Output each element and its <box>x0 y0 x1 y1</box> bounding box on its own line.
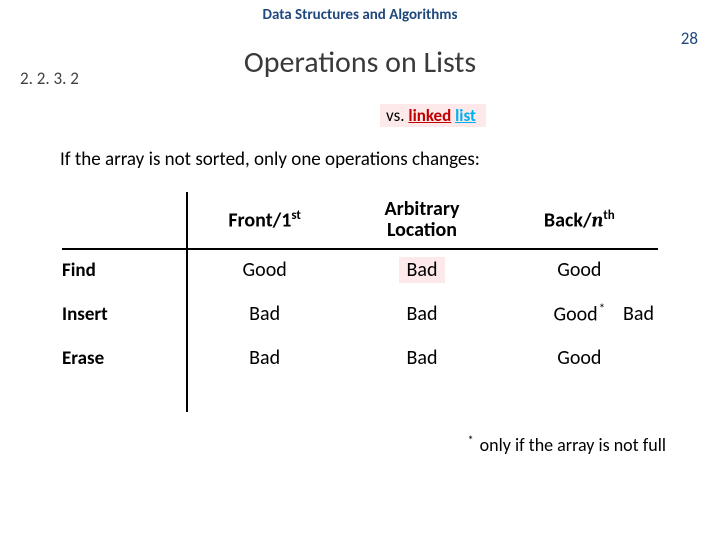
row-find-label: Find <box>62 259 186 282</box>
table-vertical-rule <box>186 192 188 412</box>
footnote: * only if the array is not full <box>467 434 666 456</box>
header-front-text: Front/1 <box>228 208 291 232</box>
footnote-star: * <box>468 434 474 448</box>
header-front: Front/1st <box>186 208 343 233</box>
table-header-row: Front/1st Arbitrary Location Back/nth <box>62 192 658 248</box>
header-arbitrary-l2: Location <box>343 220 500 241</box>
row-find-front: Good <box>186 258 343 282</box>
row-insert: Insert Bad Bad Good* Bad <box>62 292 658 336</box>
course-title: Data Structures and Algorithms <box>0 6 720 24</box>
row-erase-front: Bad <box>186 346 343 370</box>
row-insert-arb: Bad <box>343 302 500 326</box>
row-erase-arb: Bad <box>343 346 500 370</box>
row-find: Find Good Bad Good <box>62 248 658 292</box>
vs-prefix: vs. <box>386 105 408 126</box>
row-insert-back-star: * <box>599 302 605 317</box>
header-front-sup: st <box>291 208 301 223</box>
vs-list: list <box>455 105 476 126</box>
lead-text: If the array is not sorted, only one ope… <box>60 148 480 171</box>
row-erase: Erase Bad Bad Good <box>62 336 658 380</box>
row-erase-back: Good <box>501 346 658 370</box>
row-insert-back-aside: Bad <box>623 302 654 326</box>
row-find-back: Good <box>501 258 658 282</box>
header-back-prefix: Back/ <box>544 208 592 232</box>
slide-title: Operations on Lists <box>0 44 720 81</box>
header-back: Back/nth <box>501 208 658 233</box>
row-insert-back-main: Good <box>553 302 597 326</box>
row-insert-back: Good* Bad <box>501 302 658 327</box>
table-horizontal-rule <box>62 248 658 250</box>
row-insert-front: Bad <box>186 302 343 326</box>
operations-table: Front/1st Arbitrary Location Back/nth Fi… <box>62 192 658 380</box>
header-arbitrary: Arbitrary Location <box>343 199 500 241</box>
vs-linked: linked <box>408 105 451 126</box>
footnote-text: only if the array is not full <box>476 434 666 456</box>
row-find-arb-highlight: Bad <box>399 257 446 283</box>
row-erase-label: Erase <box>62 347 186 370</box>
header-arbitrary-l1: Arbitrary <box>343 199 500 220</box>
header-back-n: n <box>592 208 604 231</box>
row-insert-label: Insert <box>62 303 186 326</box>
header-back-sup: th <box>603 208 614 223</box>
row-find-arb: Bad <box>343 257 500 283</box>
vs-linked-list-label: vs. linked list <box>380 104 486 127</box>
